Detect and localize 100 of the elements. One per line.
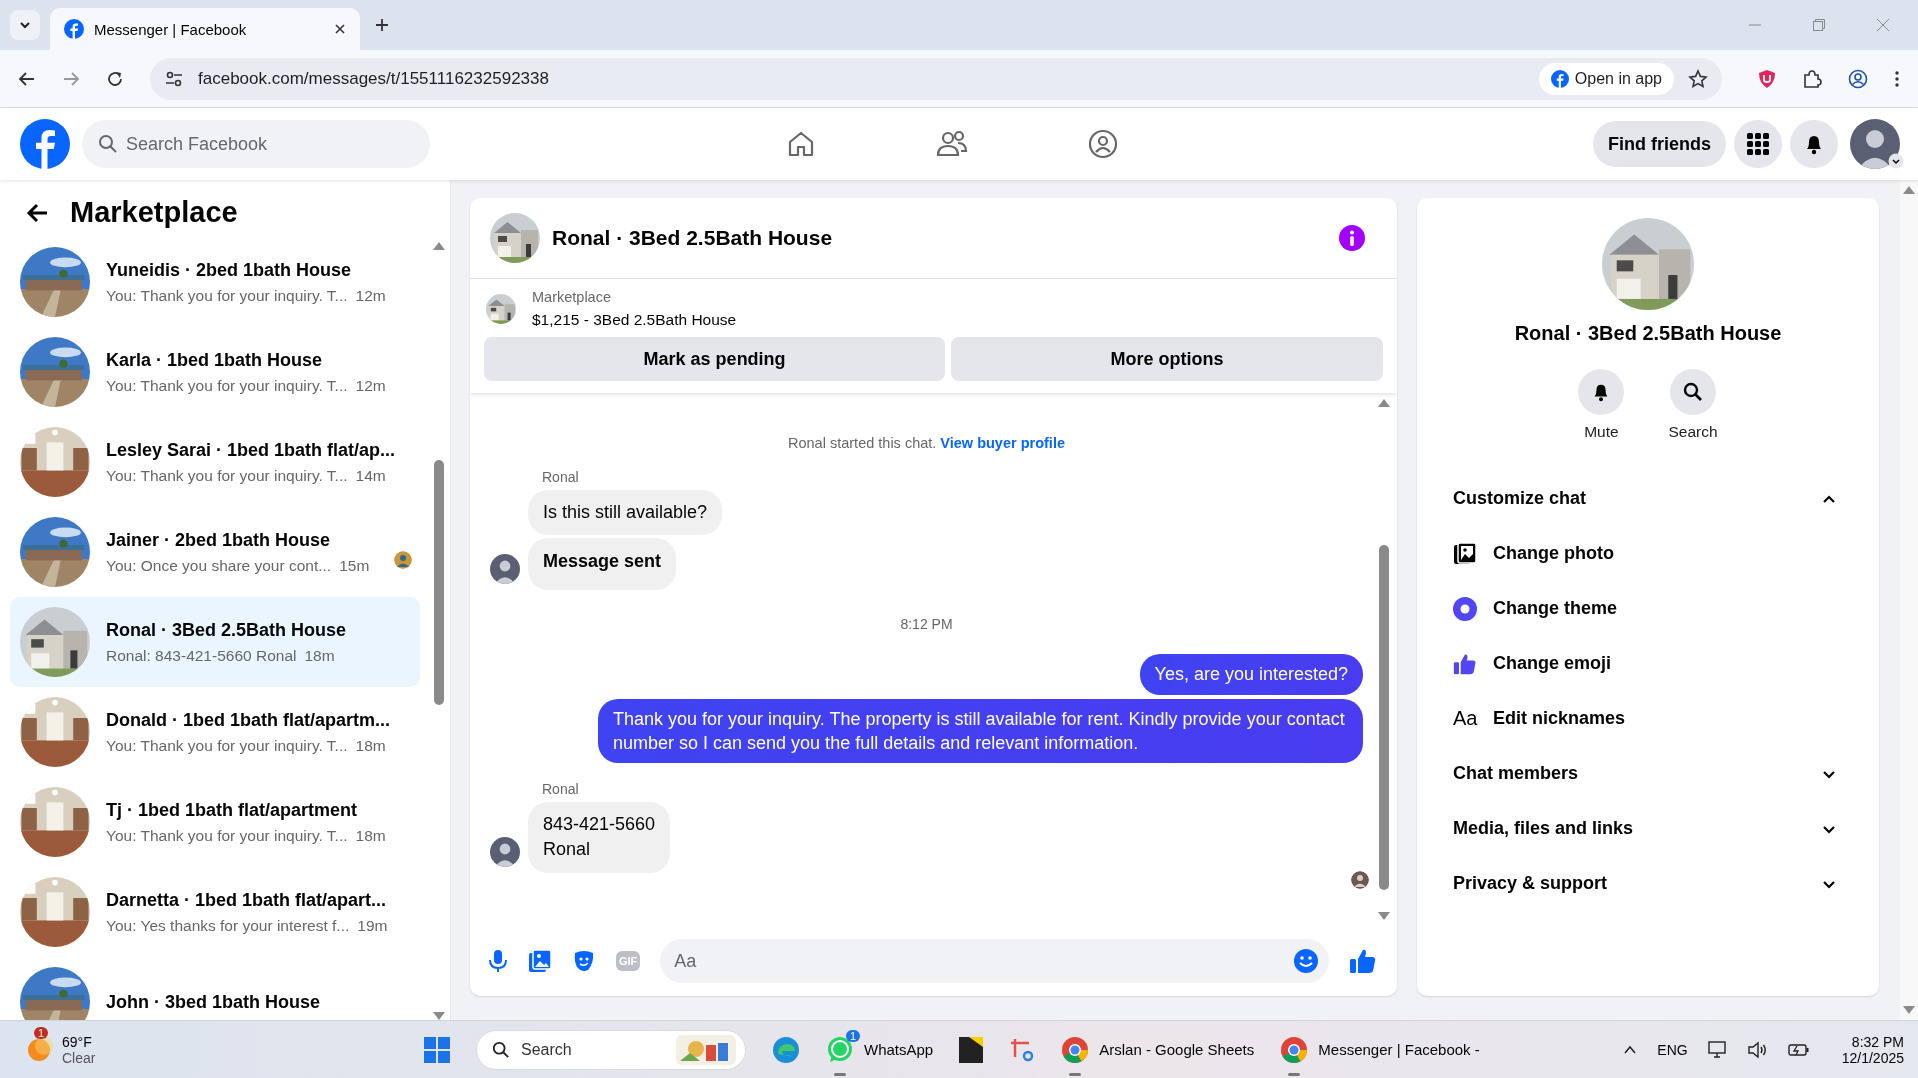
conversation-name: John · 3bed 1bath House [106, 991, 322, 1013]
conversation-item[interactable]: Ronal · 3Bed 2.5Bath House Ronal: 843-421-5660 Ronal 18m [10, 597, 420, 687]
view-buyer-profile-link[interactable]: View buyer profile [940, 435, 1065, 451]
forward-icon[interactable] [62, 69, 80, 88]
conversation-item[interactable]: Yuneidis · 2bed 1bath House You: Thank you for your inquiry. T... 12m [10, 237, 420, 327]
taskbar-app[interactable]: Arslan - Google Sheets [1061, 1021, 1255, 1078]
section-header[interactable]: Media, files and links [1437, 801, 1859, 856]
language-indicator[interactable]: ENG [1657, 1041, 1688, 1058]
menu-item[interactable]: Aa Edit nicknames [1437, 691, 1859, 746]
tab-search-button[interactable] [10, 10, 40, 40]
menu-item[interactable]: Change theme [1437, 581, 1859, 636]
conversation-name: Lesley Sarai · 1bed 1bath flat/ap... [106, 439, 397, 461]
listing-action-button[interactable]: More options [951, 337, 1383, 381]
facebook-logo[interactable] [20, 119, 70, 169]
info-icon[interactable] [1339, 225, 1365, 251]
scrollbar[interactable] [432, 242, 446, 1020]
conversation-preview: You: Thank you for your inquiry. T... [106, 736, 348, 755]
browser-tab[interactable]: Messenger | Facebook [50, 8, 360, 50]
search-icon [98, 134, 118, 154]
microphone-icon[interactable] [488, 949, 508, 973]
scroll-up-icon[interactable] [433, 242, 445, 250]
back-icon[interactable] [18, 69, 36, 88]
scrollbar[interactable] [1377, 399, 1391, 920]
temperature: 69°F [62, 1033, 93, 1050]
taskbar-app[interactable]: 1 WhatsApp [826, 1021, 934, 1078]
conversation-name: Jainer · 2bed 1bath House [106, 529, 332, 551]
conversation-title: Ronal · 3Bed 2.5Bath House [1514, 322, 1782, 345]
chat-title: Ronal · 3Bed 2.5Bath House [552, 226, 833, 250]
conversation-preview: You: Thank you for your inquiry. T... [106, 286, 348, 305]
close-window-icon[interactable] [1876, 18, 1890, 32]
notification-badge: 1 [34, 1026, 49, 1039]
menu-item[interactable]: Change photo [1437, 526, 1859, 581]
chat-start-notice: Ronal started this chat. View buyer profile [787, 435, 1066, 451]
conversation-item[interactable]: Lesley Sarai · 1bed 1bath flat/ap... You: Thank you for your inquiry. T... 14m [10, 417, 420, 507]
thumbs-up-icon [1453, 651, 1477, 676]
section-header[interactable]: Chat members [1437, 746, 1859, 801]
scrollbar[interactable] [1900, 180, 1918, 1020]
menu-item-label: Change emoji [1493, 653, 1612, 674]
note-icon [959, 1036, 984, 1063]
reload-icon[interactable] [106, 69, 124, 88]
image-icon[interactable] [528, 949, 552, 973]
chevron-down-icon[interactable] [1888, 153, 1904, 169]
conversation-item[interactable]: Tj · 1bed 1bath flat/apartment You: Thank you for your inquiry. T... 18m [10, 777, 420, 867]
restore-icon[interactable] [1812, 18, 1826, 32]
sticker-icon[interactable] [572, 949, 596, 973]
app-label: Messenger | Facebook - [1318, 1041, 1480, 1058]
puzzle-icon[interactable] [1802, 68, 1822, 89]
conversation-name: Darnetta · 1bed 1bath flat/apart... [106, 889, 388, 911]
close-icon[interactable] [334, 23, 346, 35]
scrollbar-thumb[interactable] [434, 460, 444, 705]
groups-icon[interactable] [1087, 129, 1118, 159]
mute-button[interactable] [1578, 369, 1625, 415]
star-icon[interactable] [1688, 68, 1708, 89]
notification-badge: 1 [845, 1029, 860, 1042]
section-header[interactable]: Customize chat [1437, 471, 1859, 526]
menu-button[interactable] [1734, 120, 1782, 168]
address-bar[interactable]: facebook.com/messages/t/1551116232592338 Open in app [150, 57, 1722, 100]
conversation-name: Ronal · 3Bed 2.5Bath House [106, 619, 348, 641]
listing-action-button[interactable]: Mark as pending [484, 337, 946, 381]
thumbs-up-icon[interactable] [1349, 947, 1377, 975]
section-title: Customize chat [1453, 488, 1587, 509]
scroll-up-icon[interactable] [1378, 399, 1390, 407]
taskbar-app[interactable]: Messenger | Facebook - [1280, 1021, 1480, 1078]
message-field[interactable]: Aa [660, 939, 1329, 983]
profile-icon[interactable] [1848, 68, 1868, 89]
conversation-preview: You: Thank you for your inquiry. T... [106, 466, 348, 485]
find-friends-button[interactable]: Find friends [1593, 121, 1726, 167]
smiley-icon[interactable] [1293, 948, 1319, 974]
battery-icon[interactable] [1787, 1041, 1810, 1058]
menu-icon [1747, 133, 1769, 155]
new-tab-icon[interactable] [374, 17, 390, 33]
scroll-up-icon[interactable] [1903, 186, 1915, 194]
user-avatar [490, 554, 520, 585]
scroll-down-icon[interactable] [1378, 912, 1390, 920]
section-header[interactable]: Privacy & support [1437, 856, 1859, 911]
conversation-time: 18m [304, 646, 335, 665]
search-icon [1683, 382, 1703, 402]
open-in-app-button[interactable]: Open in app [1538, 62, 1674, 95]
chevron-down-icon [19, 19, 31, 31]
notifications-button[interactable] [1790, 120, 1838, 168]
speaker-icon[interactable] [1747, 1040, 1768, 1059]
search-field[interactable]: Search Facebook [82, 120, 430, 168]
conversation-name: Tj · 1bed 1bath flat/apartment [106, 799, 359, 821]
conversation-item[interactable]: Jainer · 2bed 1bath House You: Once you share your cont... 15m [10, 507, 420, 597]
message-bubble: 843-421-5660 Ronal [528, 802, 671, 873]
conversation-item[interactable]: Karla · 1bed 1bath House You: Thank you for your inquiry. T... 12m [10, 327, 420, 417]
friends-icon[interactable] [935, 129, 968, 159]
search-button[interactable] [1670, 369, 1716, 415]
conversation-item[interactable]: Donald · 1bed 1bath flat/apartm... You: Thank you for your inquiry. T... 18m [10, 687, 420, 777]
menu-item[interactable]: Change emoji [1437, 636, 1859, 691]
monitor-icon[interactable] [1707, 1040, 1728, 1059]
search-icon [492, 1040, 510, 1059]
scrollbar-thumb[interactable] [1379, 545, 1389, 890]
conversation-time: 18m [355, 736, 386, 755]
conversation-name: Donald · 1bed 1bath flat/apartm... [106, 709, 392, 731]
more-icon[interactable] [1894, 69, 1900, 88]
shield-icon[interactable] [1758, 68, 1776, 89]
conversation-name: Yuneidis · 2bed 1bath House [106, 259, 353, 281]
tab-title: Messenger | Facebook [94, 20, 248, 38]
conversation-item[interactable]: Darnetta · 1bed 1bath flat/apart... You: Yes thanks for your interest f... 19m [10, 867, 420, 957]
